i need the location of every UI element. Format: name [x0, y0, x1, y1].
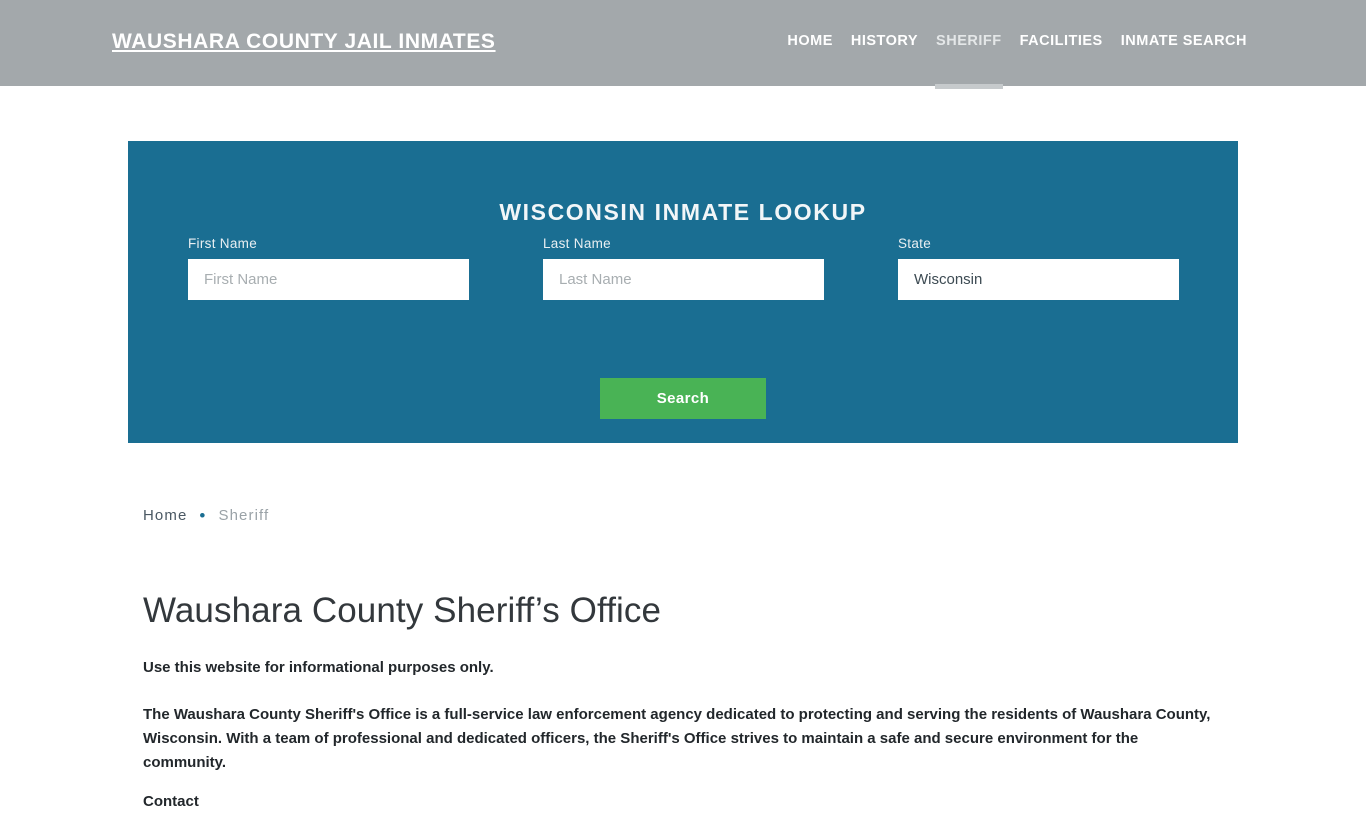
state-field-group: State — [898, 236, 1179, 300]
breadcrumb: Home • Sheriff — [143, 500, 1233, 530]
breadcrumb-separator-dot-icon: • — [199, 505, 207, 525]
nav-item-sheriff[interactable]: Sheriff — [927, 33, 1011, 89]
nav-item-history[interactable]: History — [842, 33, 927, 49]
first-name-label: First Name — [188, 236, 258, 251]
first-name-input[interactable] — [188, 259, 469, 300]
nav-item-inmate-search[interactable]: Inmate Search — [1112, 33, 1256, 49]
primary-navigation: Home History Sheriff Facilities Inmate S… — [778, 33, 1256, 89]
inmate-lookup-panel: Wisconsin Inmate Lookup First Name Last … — [128, 141, 1238, 443]
lookup-fields-row: First Name Last Name State — [128, 236, 1238, 306]
lookup-panel-title: Wisconsin Inmate Lookup — [499, 199, 867, 226]
state-label: State — [898, 236, 932, 251]
site-brand-logo[interactable]: Waushara County Jail Inmates — [112, 30, 496, 54]
page-title: Waushara County Sheriff’s Office — [143, 591, 662, 630]
breadcrumb-item-current: Sheriff — [218, 506, 270, 524]
site-header: Waushara County Jail Inmates Home Histor… — [0, 0, 1366, 89]
state-input[interactable] — [898, 259, 1179, 300]
breadcrumb-item-home[interactable]: Home — [143, 507, 187, 524]
nav-item-home[interactable]: Home — [778, 33, 842, 49]
page-body-paragraph: The Waushara County Sheriff's Office is … — [143, 705, 1211, 772]
search-button[interactable]: Search — [600, 378, 766, 419]
main-content: Home • Sheriff Waushara County Sheriff’s… — [143, 500, 1233, 814]
last-name-input[interactable] — [543, 259, 824, 300]
page-lede-text: Use this website for informational purpo… — [143, 659, 494, 677]
last-name-label: Last Name — [543, 236, 611, 251]
last-name-field-group: Last Name — [543, 236, 824, 300]
page-body-paragraph-clipped: Contact — [143, 792, 199, 810]
nav-item-facilities[interactable]: Facilities — [1011, 33, 1112, 49]
first-name-field-group: First Name — [188, 236, 469, 300]
